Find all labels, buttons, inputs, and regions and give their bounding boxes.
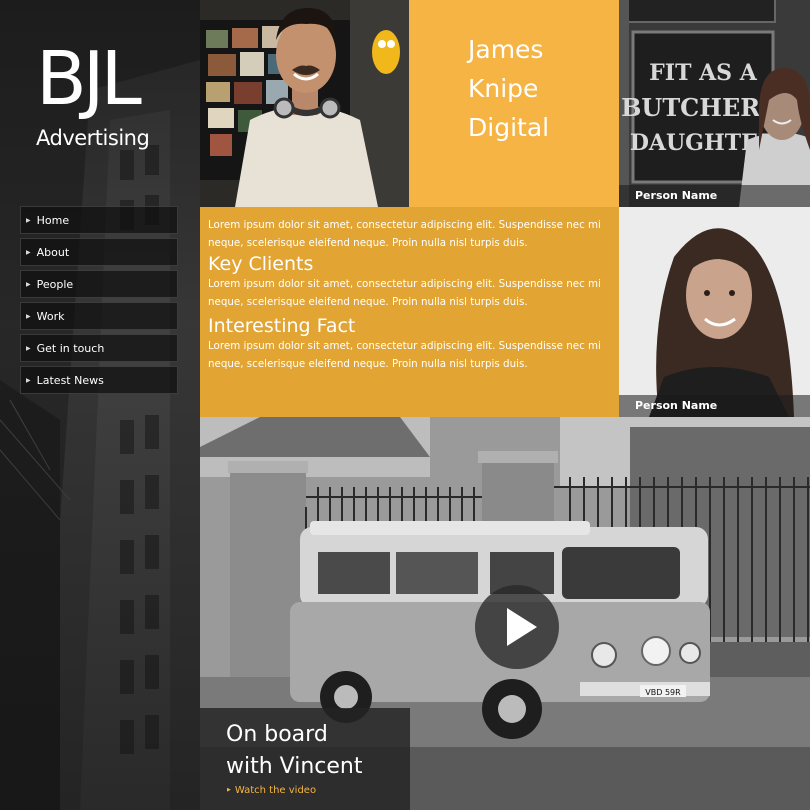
person-name-caption: Person Name — [619, 185, 810, 207]
nav-item-label: People — [36, 277, 74, 291]
section-heading-key-clients: Key Clients — [208, 253, 314, 275]
nav-item-label: Home — [36, 213, 70, 227]
woman-portrait-image — [619, 207, 810, 417]
featured-person-photo[interactable] — [200, 0, 409, 207]
nav-arrow-icon: ▶ — [26, 280, 31, 288]
play-button[interactable] — [475, 585, 559, 669]
video-feature[interactable]: VBD 59R On board with Vincent ▶ Watch the… — [200, 417, 810, 810]
section-body-interesting-fact: Lorem ipsum dolor sit amet, consectetur … — [208, 340, 601, 370]
man-portrait-image — [200, 0, 409, 207]
brand-subtitle: Advertising — [36, 126, 150, 150]
nav-item-latest-news[interactable]: ▶ Latest News — [20, 366, 178, 394]
info-block: Lorem ipsum dolor sit amet, consectetur … — [200, 207, 619, 417]
name-line-last: Knipe — [468, 74, 539, 103]
nav-item-label: Get in touch — [36, 341, 105, 355]
nav-arrow-icon: ▶ — [26, 248, 31, 256]
nav-item-about[interactable]: ▶ About — [20, 238, 178, 266]
video-title-line-2: with Vincent — [226, 754, 363, 779]
main-nav: ▶ Home ▶ About ▶ People ▶ Work ▶ Get in … — [20, 206, 178, 398]
intro-text: Lorem ipsum dolor sit amet, consectetur … — [208, 219, 601, 249]
video-title-line-1: On board — [226, 722, 328, 747]
video-caption-panel: On board with Vincent ▶ Watch the video — [200, 708, 410, 810]
nav-item-home[interactable]: ▶ Home — [20, 206, 178, 234]
nav-item-label: Latest News — [36, 373, 104, 387]
license-plate: VBD 59R — [645, 688, 681, 697]
nav-arrow-icon: ▶ — [26, 216, 31, 224]
name-line-first: James — [468, 35, 544, 64]
featured-name-tile[interactable]: James Knipe Digital — [409, 0, 619, 207]
section-body-key-clients: Lorem ipsum dolor sit amet, consectetur … — [208, 278, 601, 308]
brand-logo[interactable]: BJL — [36, 42, 142, 116]
name-line-department: Digital — [468, 113, 550, 142]
person-card-1[interactable]: FIT AS A BUTCHER'S DAUGHTER Person Name — [619, 0, 810, 207]
nav-arrow-icon: ▶ — [26, 344, 31, 352]
sign-line-1: FIT AS A — [649, 60, 758, 86]
section-heading-interesting-fact: Interesting Fact — [208, 315, 356, 337]
nav-item-people[interactable]: ▶ People — [20, 270, 178, 298]
watch-video-link[interactable]: ▶ Watch the video — [227, 785, 316, 796]
watch-video-label: Watch the video — [234, 785, 317, 796]
sidebar: BJL Advertising ▶ Home ▶ About ▶ People … — [0, 0, 200, 810]
nav-item-label: About — [36, 245, 70, 259]
nav-item-work[interactable]: ▶ Work — [20, 302, 178, 330]
nav-item-get-in-touch[interactable]: ▶ Get in touch — [20, 334, 178, 362]
nav-arrow-icon: ▶ — [26, 376, 31, 384]
link-arrow-icon: ▶ — [227, 787, 231, 793]
video-title: On board with Vincent — [226, 719, 363, 783]
person-card-2[interactable]: Person Name — [619, 207, 810, 417]
nav-arrow-icon: ▶ — [26, 312, 31, 320]
nav-item-label: Work — [36, 309, 65, 323]
woman-sign-photo: FIT AS A BUTCHER'S DAUGHTER — [619, 0, 810, 207]
play-icon — [507, 608, 537, 646]
person-name-caption: Person Name — [619, 395, 810, 417]
